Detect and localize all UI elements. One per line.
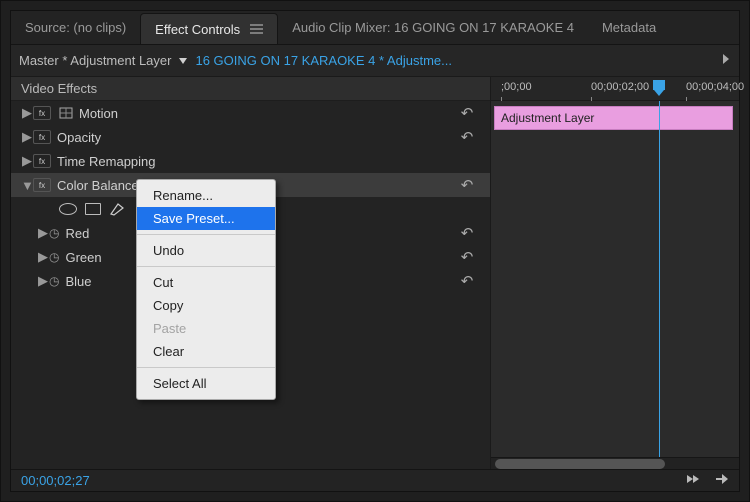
status-bar: 00;00;02;27 bbox=[11, 469, 739, 491]
time-ruler[interactable]: ;00;00 00;00;02;00 00;00;04;00 bbox=[491, 77, 739, 101]
fx-badge-icon[interactable]: fx bbox=[33, 154, 51, 168]
menu-separator bbox=[137, 266, 275, 267]
effect-opacity-label: Opacity bbox=[57, 130, 101, 145]
effect-time-remapping-label: Time Remapping bbox=[57, 154, 156, 169]
horizontal-scrollbar[interactable] bbox=[491, 457, 739, 469]
video-effects-label: Video Effects bbox=[21, 81, 97, 96]
ruler-tick-1: 00;00;02;00 bbox=[591, 81, 649, 93]
reset-icon[interactable]: ↶ bbox=[458, 104, 476, 122]
param-red-label: Red bbox=[65, 226, 89, 241]
twirl-icon[interactable]: ▶ bbox=[37, 273, 49, 289]
tab-effect-controls[interactable]: Effect Controls bbox=[140, 13, 278, 44]
menu-rename[interactable]: Rename... bbox=[137, 184, 275, 207]
twirl-icon[interactable]: ▶ bbox=[37, 249, 49, 265]
mask-ellipse-icon[interactable] bbox=[59, 203, 77, 215]
master-prefix: Master * Adjustment Layer bbox=[19, 53, 171, 68]
menu-save-preset[interactable]: Save Preset... bbox=[137, 207, 275, 230]
effect-controls-panel: Video Effects ▶ fx Motion ↶ ▶ fx Opacity… bbox=[11, 77, 491, 469]
stopwatch-icon[interactable]: ◷ bbox=[49, 250, 59, 264]
master-clip-row: Master * Adjustment Layer 16 GOING ON 17… bbox=[11, 45, 739, 77]
twirl-icon[interactable]: ▶ bbox=[37, 225, 49, 241]
fx-badge-icon[interactable]: fx bbox=[33, 130, 51, 144]
menu-cut[interactable]: Cut bbox=[137, 271, 275, 294]
twirl-icon[interactable]: ▶ bbox=[21, 129, 33, 145]
tab-metadata-label: Metadata bbox=[602, 20, 656, 35]
clip-label: Adjustment Layer bbox=[501, 111, 594, 125]
video-effects-header: Video Effects bbox=[11, 77, 490, 101]
fx-badge-icon[interactable]: fx bbox=[33, 106, 51, 120]
context-menu: Rename... Save Preset... Undo Cut Copy P… bbox=[136, 179, 276, 400]
stopwatch-icon[interactable]: ◷ bbox=[49, 274, 59, 288]
scrollbar-thumb[interactable] bbox=[495, 459, 665, 469]
menu-paste: Paste bbox=[137, 317, 275, 340]
tab-audio-mixer[interactable]: Audio Clip Mixer: 16 GOING ON 17 KARAOKE… bbox=[278, 11, 588, 44]
open-timeline-icon[interactable] bbox=[721, 53, 731, 68]
master-dropdown-icon[interactable] bbox=[177, 57, 189, 65]
tab-metadata[interactable]: Metadata bbox=[588, 11, 670, 44]
menu-separator bbox=[137, 234, 275, 235]
param-green-label: Green bbox=[65, 250, 101, 265]
mask-pen-icon[interactable] bbox=[109, 202, 125, 216]
tab-source[interactable]: Source: (no clips) bbox=[11, 11, 140, 44]
menu-undo[interactable]: Undo bbox=[137, 239, 275, 262]
reset-icon[interactable]: ↶ bbox=[458, 224, 476, 242]
reset-icon[interactable]: ↶ bbox=[458, 272, 476, 290]
track-area[interactable]: Adjustment Layer bbox=[491, 101, 739, 469]
panel-tabs: Source: (no clips) Effect Controls Audio… bbox=[11, 11, 739, 45]
reset-icon[interactable]: ↶ bbox=[458, 128, 476, 146]
toggle-view-icon[interactable] bbox=[685, 473, 701, 488]
menu-copy[interactable]: Copy bbox=[137, 294, 275, 317]
ruler-tick-0: ;00;00 bbox=[501, 81, 532, 93]
param-blue-label: Blue bbox=[65, 274, 91, 289]
share-icon[interactable] bbox=[715, 473, 729, 488]
current-timecode[interactable]: 00;00;02;27 bbox=[21, 473, 90, 488]
playhead-indicator-icon[interactable] bbox=[653, 80, 665, 90]
stopwatch-icon[interactable]: ◷ bbox=[49, 226, 59, 240]
menu-separator bbox=[137, 367, 275, 368]
menu-select-all[interactable]: Select All bbox=[137, 372, 275, 395]
menu-clear[interactable]: Clear bbox=[137, 340, 275, 363]
clip-name: 16 GOING ON 17 KARAOKE 4 * Adjustme... bbox=[195, 53, 715, 68]
panel-menu-icon[interactable] bbox=[250, 24, 263, 34]
effect-time-remapping[interactable]: ▶ fx Time Remapping bbox=[11, 149, 490, 173]
tab-effect-controls-label: Effect Controls bbox=[155, 22, 240, 37]
twirl-icon[interactable]: ▶ bbox=[21, 153, 33, 169]
tab-source-label: Source: (no clips) bbox=[25, 20, 126, 35]
effect-opacity[interactable]: ▶ fx Opacity ↶ bbox=[11, 125, 490, 149]
mask-rect-icon[interactable] bbox=[85, 203, 101, 215]
reset-icon[interactable]: ↶ bbox=[458, 176, 476, 194]
motion-transform-icon bbox=[57, 107, 75, 119]
effect-motion[interactable]: ▶ fx Motion ↶ bbox=[11, 101, 490, 125]
reset-icon[interactable]: ↶ bbox=[458, 248, 476, 266]
twirl-open-icon[interactable]: ▼ bbox=[21, 178, 33, 193]
adjustment-layer-clip[interactable]: Adjustment Layer bbox=[494, 106, 733, 130]
effect-motion-label: Motion bbox=[79, 106, 118, 121]
fx-badge-icon[interactable]: fx bbox=[33, 178, 51, 192]
timeline-panel: ;00;00 00;00;02;00 00;00;04;00 Adjustmen… bbox=[491, 77, 739, 469]
tab-audio-mixer-label: Audio Clip Mixer: 16 GOING ON 17 KARAOKE… bbox=[292, 20, 574, 35]
twirl-icon[interactable]: ▶ bbox=[21, 105, 33, 121]
ruler-tick-2: 00;00;04;00 bbox=[686, 81, 744, 93]
